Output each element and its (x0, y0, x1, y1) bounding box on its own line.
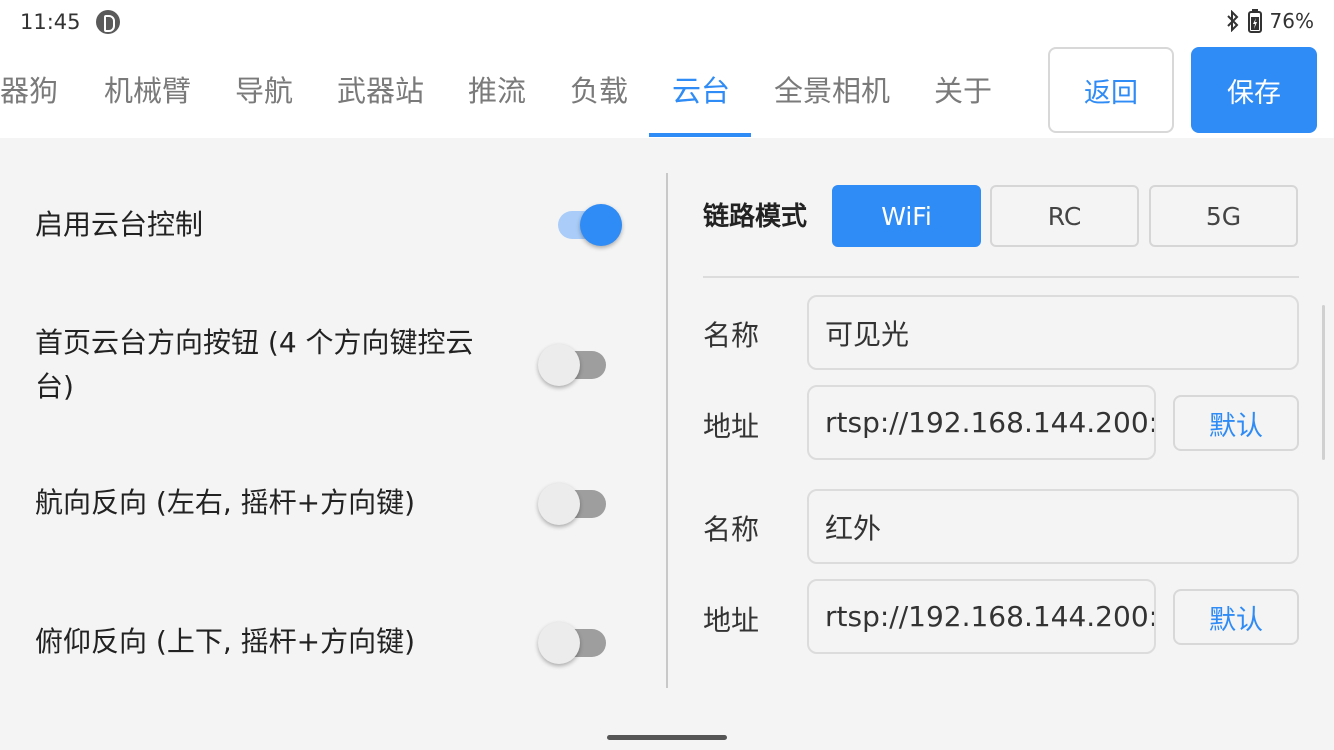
link-mode-wifi-button[interactable]: WiFi (832, 185, 981, 247)
home-gimbal-direction-buttons-toggle[interactable] (538, 342, 608, 388)
toggle-thumb (538, 483, 580, 525)
yaw-reverse-toggle[interactable] (538, 481, 608, 527)
stream-1-address-input[interactable]: rtsp://192.168.144.200: (807, 385, 1156, 460)
link-mode-rc-button[interactable]: RC (990, 185, 1139, 247)
tab-gimbal[interactable]: 云台 (672, 44, 730, 138)
stream-2-address-label: 地址 (703, 604, 760, 637)
battery-percent: 76% (1269, 9, 1314, 33)
stream-1-name-input[interactable]: 可见光 (807, 295, 1299, 370)
tab-robot-dog[interactable]: 器狗 (0, 44, 58, 138)
tab-robot-arm[interactable]: 机械臂 (104, 44, 191, 138)
scrollbar[interactable] (1322, 305, 1325, 460)
toggle-thumb (538, 344, 580, 386)
battery-charging-icon (1247, 9, 1262, 33)
yaw-reverse-label: 航向反向 (左右, 摇杆+方向键) (35, 486, 416, 519)
app-notification-icon (96, 10, 120, 34)
home-gimbal-direction-buttons-label: 首页云台方向按钮 (4 个方向键控云 台) (35, 321, 474, 409)
active-tab-indicator (649, 133, 751, 137)
stream-1-default-button[interactable]: 默认 (1173, 395, 1299, 451)
enable-gimbal-control-toggle[interactable] (554, 202, 624, 248)
panel-divider (666, 173, 668, 688)
save-button[interactable]: 保存 (1191, 47, 1317, 133)
enable-gimbal-control-label: 启用云台控制 (35, 208, 204, 241)
top-navigation: 器狗 机械臂 导航 武器站 推流 负载 云台 全景相机 关于 返回 保存 (0, 44, 1334, 138)
tab-payload[interactable]: 负载 (570, 44, 628, 138)
stream-2-name-label: 名称 (703, 513, 760, 546)
stream-1-address-label: 地址 (703, 410, 760, 443)
status-time: 11:45 (20, 10, 81, 34)
pitch-reverse-toggle[interactable] (538, 620, 608, 666)
status-bar: 11:45 76% (0, 0, 1334, 44)
tab-about[interactable]: 关于 (934, 44, 992, 138)
stream-2-address-input[interactable]: rtsp://192.168.144.200: (807, 579, 1156, 654)
link-mode-label: 链路模式 (703, 202, 808, 232)
label-line-1: 首页云台方向按钮 (4 个方向键控云 (35, 326, 474, 359)
toggle-thumb (538, 622, 580, 664)
link-mode-5g-button[interactable]: 5G (1149, 185, 1298, 247)
back-button[interactable]: 返回 (1048, 47, 1174, 133)
link-mode-divider (703, 276, 1299, 278)
home-indicator[interactable] (607, 735, 727, 740)
tab-navigation[interactable]: 导航 (235, 44, 293, 138)
tab-panoramic-camera[interactable]: 全景相机 (774, 44, 890, 138)
bluetooth-icon (1226, 10, 1240, 32)
stream-2-name-input[interactable]: 红外 (807, 489, 1299, 564)
status-right-group: 76% (1226, 9, 1314, 33)
stream-1-name-label: 名称 (703, 319, 760, 352)
tab-streaming[interactable]: 推流 (468, 44, 526, 138)
tab-weapon-station[interactable]: 武器站 (337, 44, 424, 138)
pitch-reverse-label: 俯仰反向 (上下, 摇杆+方向键) (35, 625, 416, 658)
toggle-thumb (580, 204, 622, 246)
stream-2-default-button[interactable]: 默认 (1173, 589, 1299, 645)
label-line-2: 台) (35, 370, 74, 403)
